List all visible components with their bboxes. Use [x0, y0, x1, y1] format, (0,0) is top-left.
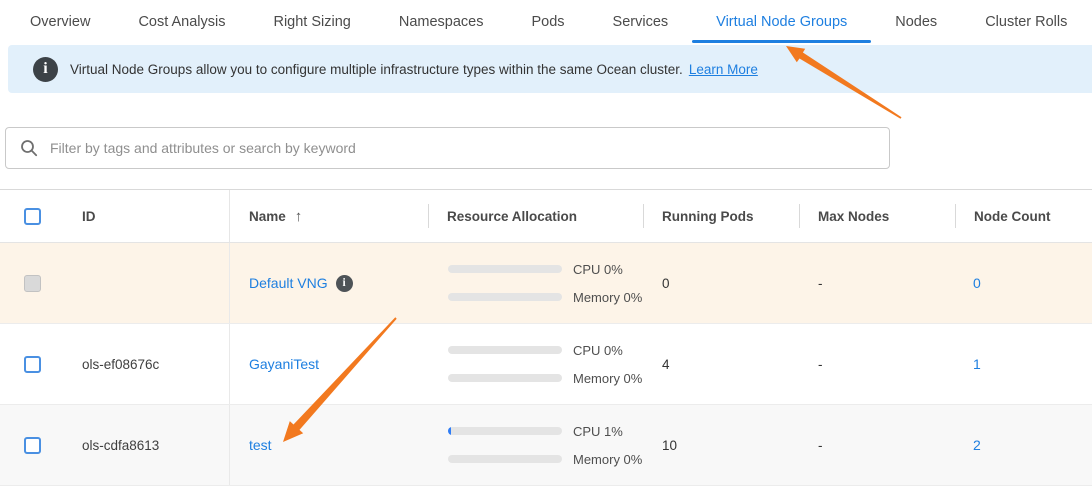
filter-search-box[interactable]	[5, 127, 890, 169]
learn-more-link[interactable]: Learn More	[689, 62, 758, 77]
tab[interactable]: Services	[589, 0, 693, 43]
tab[interactable]: Pods	[507, 0, 588, 43]
sort-ascending-icon[interactable]: ↑	[295, 208, 303, 225]
node-count-link[interactable]: 1	[973, 356, 981, 372]
memory-usage-row: Memory 0%	[448, 290, 643, 305]
table-row: Default VNG i CPU 0% Memory 0%	[0, 243, 1092, 324]
row-checkbox-cell	[0, 275, 58, 292]
tab[interactable]: Namespaces	[375, 0, 508, 43]
search-input[interactable]	[48, 139, 877, 157]
tab[interactable]: Cost Analysis	[114, 0, 249, 43]
memory-usage-label: Memory 0%	[573, 371, 642, 386]
cpu-usage-row: CPU 0%	[448, 262, 643, 277]
cell-max-nodes: -	[799, 276, 955, 291]
cluster-tab-bar: Overview Cost Analysis Right Sizing Name…	[0, 0, 1092, 43]
memory-usage-row: Memory 0%	[448, 452, 643, 467]
tab-label: Right Sizing	[273, 14, 350, 30]
cell-resource-allocation: CPU 0% Memory 0%	[428, 262, 643, 305]
cell-node-count: 0	[955, 275, 1092, 291]
table-header-row: ID Name ↑ Resource Allocation Running Po…	[0, 190, 1092, 243]
row-checkbox-cell	[0, 437, 58, 454]
cell-name: test	[229, 405, 428, 485]
cell-name: Default VNG i	[229, 243, 428, 323]
cell-name: GayaniTest	[229, 324, 428, 404]
cell-running-pods: 10	[643, 438, 799, 453]
memory-usage-label: Memory 0%	[573, 452, 642, 467]
tab-label: Namespaces	[399, 14, 484, 30]
cpu-usage-label: CPU 0%	[573, 262, 623, 277]
cpu-usage-bar	[448, 265, 562, 273]
tab-label: Cost Analysis	[138, 14, 225, 30]
cpu-usage-row: CPU 1%	[448, 424, 643, 439]
tab-label: Virtual Node Groups	[716, 14, 847, 30]
cpu-usage-bar-fill	[448, 427, 451, 435]
cpu-usage-row: CPU 0%	[448, 343, 643, 358]
table-row: ols-ef08676c GayaniTest CPU 0%	[0, 324, 1092, 405]
cell-resource-allocation: CPU 1% Memory 0%	[428, 424, 643, 467]
search-icon	[20, 139, 38, 157]
column-header-max-nodes[interactable]: Max Nodes	[799, 190, 955, 242]
table-row: ols-cdfa8613 test CPU 1%	[0, 405, 1092, 486]
vng-name-link[interactable]: test	[249, 437, 272, 453]
cell-running-pods: 0	[643, 276, 799, 291]
column-header-id[interactable]: ID	[58, 209, 229, 224]
table-body: Default VNG i CPU 0% Memory 0%	[0, 243, 1092, 486]
cell-id: ols-cdfa8613	[58, 438, 229, 453]
column-header-resource-allocation[interactable]: Resource Allocation	[428, 190, 643, 242]
vng-table: ID Name ↑ Resource Allocation Running Po…	[0, 189, 1092, 486]
row-checkbox[interactable]	[24, 437, 41, 454]
memory-usage-bar	[448, 455, 562, 463]
tab[interactable]: Overview	[6, 0, 114, 43]
cell-running-pods: 4	[643, 357, 799, 372]
cell-max-nodes: -	[799, 357, 955, 372]
cpu-usage-bar	[448, 346, 562, 354]
row-checkbox[interactable]	[24, 275, 41, 292]
vng-name-link[interactable]: GayaniTest	[249, 356, 319, 372]
cell-node-count: 2	[955, 437, 1092, 453]
column-header-name-label: Name	[249, 209, 286, 224]
cell-resource-allocation: CPU 0% Memory 0%	[428, 343, 643, 386]
memory-usage-label: Memory 0%	[573, 290, 642, 305]
memory-usage-row: Memory 0%	[448, 371, 643, 386]
cpu-usage-label: CPU 1%	[573, 424, 623, 439]
cell-id: ols-ef08676c	[58, 357, 229, 372]
row-checkbox[interactable]	[24, 356, 41, 373]
tab-label: Overview	[30, 14, 90, 30]
row-checkbox-cell	[0, 356, 58, 373]
info-banner: i Virtual Node Groups allow you to confi…	[8, 45, 1092, 93]
vng-name-link[interactable]: Default VNG	[249, 275, 328, 291]
tab-label: Services	[613, 14, 669, 30]
vng-info-icon[interactable]: i	[336, 275, 353, 292]
node-count-link[interactable]: 0	[973, 275, 981, 291]
select-all-checkbox[interactable]	[24, 208, 41, 225]
tab[interactable]: Right Sizing	[249, 0, 374, 43]
tab[interactable]: Virtual Node Groups	[692, 0, 871, 43]
cpu-usage-bar	[448, 427, 562, 435]
info-icon: i	[33, 57, 58, 82]
cpu-usage-label: CPU 0%	[573, 343, 623, 358]
cell-node-count: 1	[955, 356, 1092, 372]
tab[interactable]: Cluster Rolls	[961, 0, 1091, 43]
tab-label: Cluster Rolls	[985, 14, 1067, 30]
tab-label: Nodes	[895, 14, 937, 30]
tab[interactable]: Nodes	[871, 0, 961, 43]
node-count-link[interactable]: 2	[973, 437, 981, 453]
column-header-node-count[interactable]: Node Count	[955, 190, 1092, 242]
column-header-name[interactable]: Name ↑	[229, 190, 428, 242]
memory-usage-bar	[448, 374, 562, 382]
tab-label: Pods	[531, 14, 564, 30]
banner-text: Virtual Node Groups allow you to configu…	[70, 62, 683, 77]
column-header-running-pods[interactable]: Running Pods	[643, 190, 799, 242]
cell-max-nodes: -	[799, 438, 955, 453]
header-checkbox-cell	[0, 208, 58, 225]
memory-usage-bar	[448, 293, 562, 301]
